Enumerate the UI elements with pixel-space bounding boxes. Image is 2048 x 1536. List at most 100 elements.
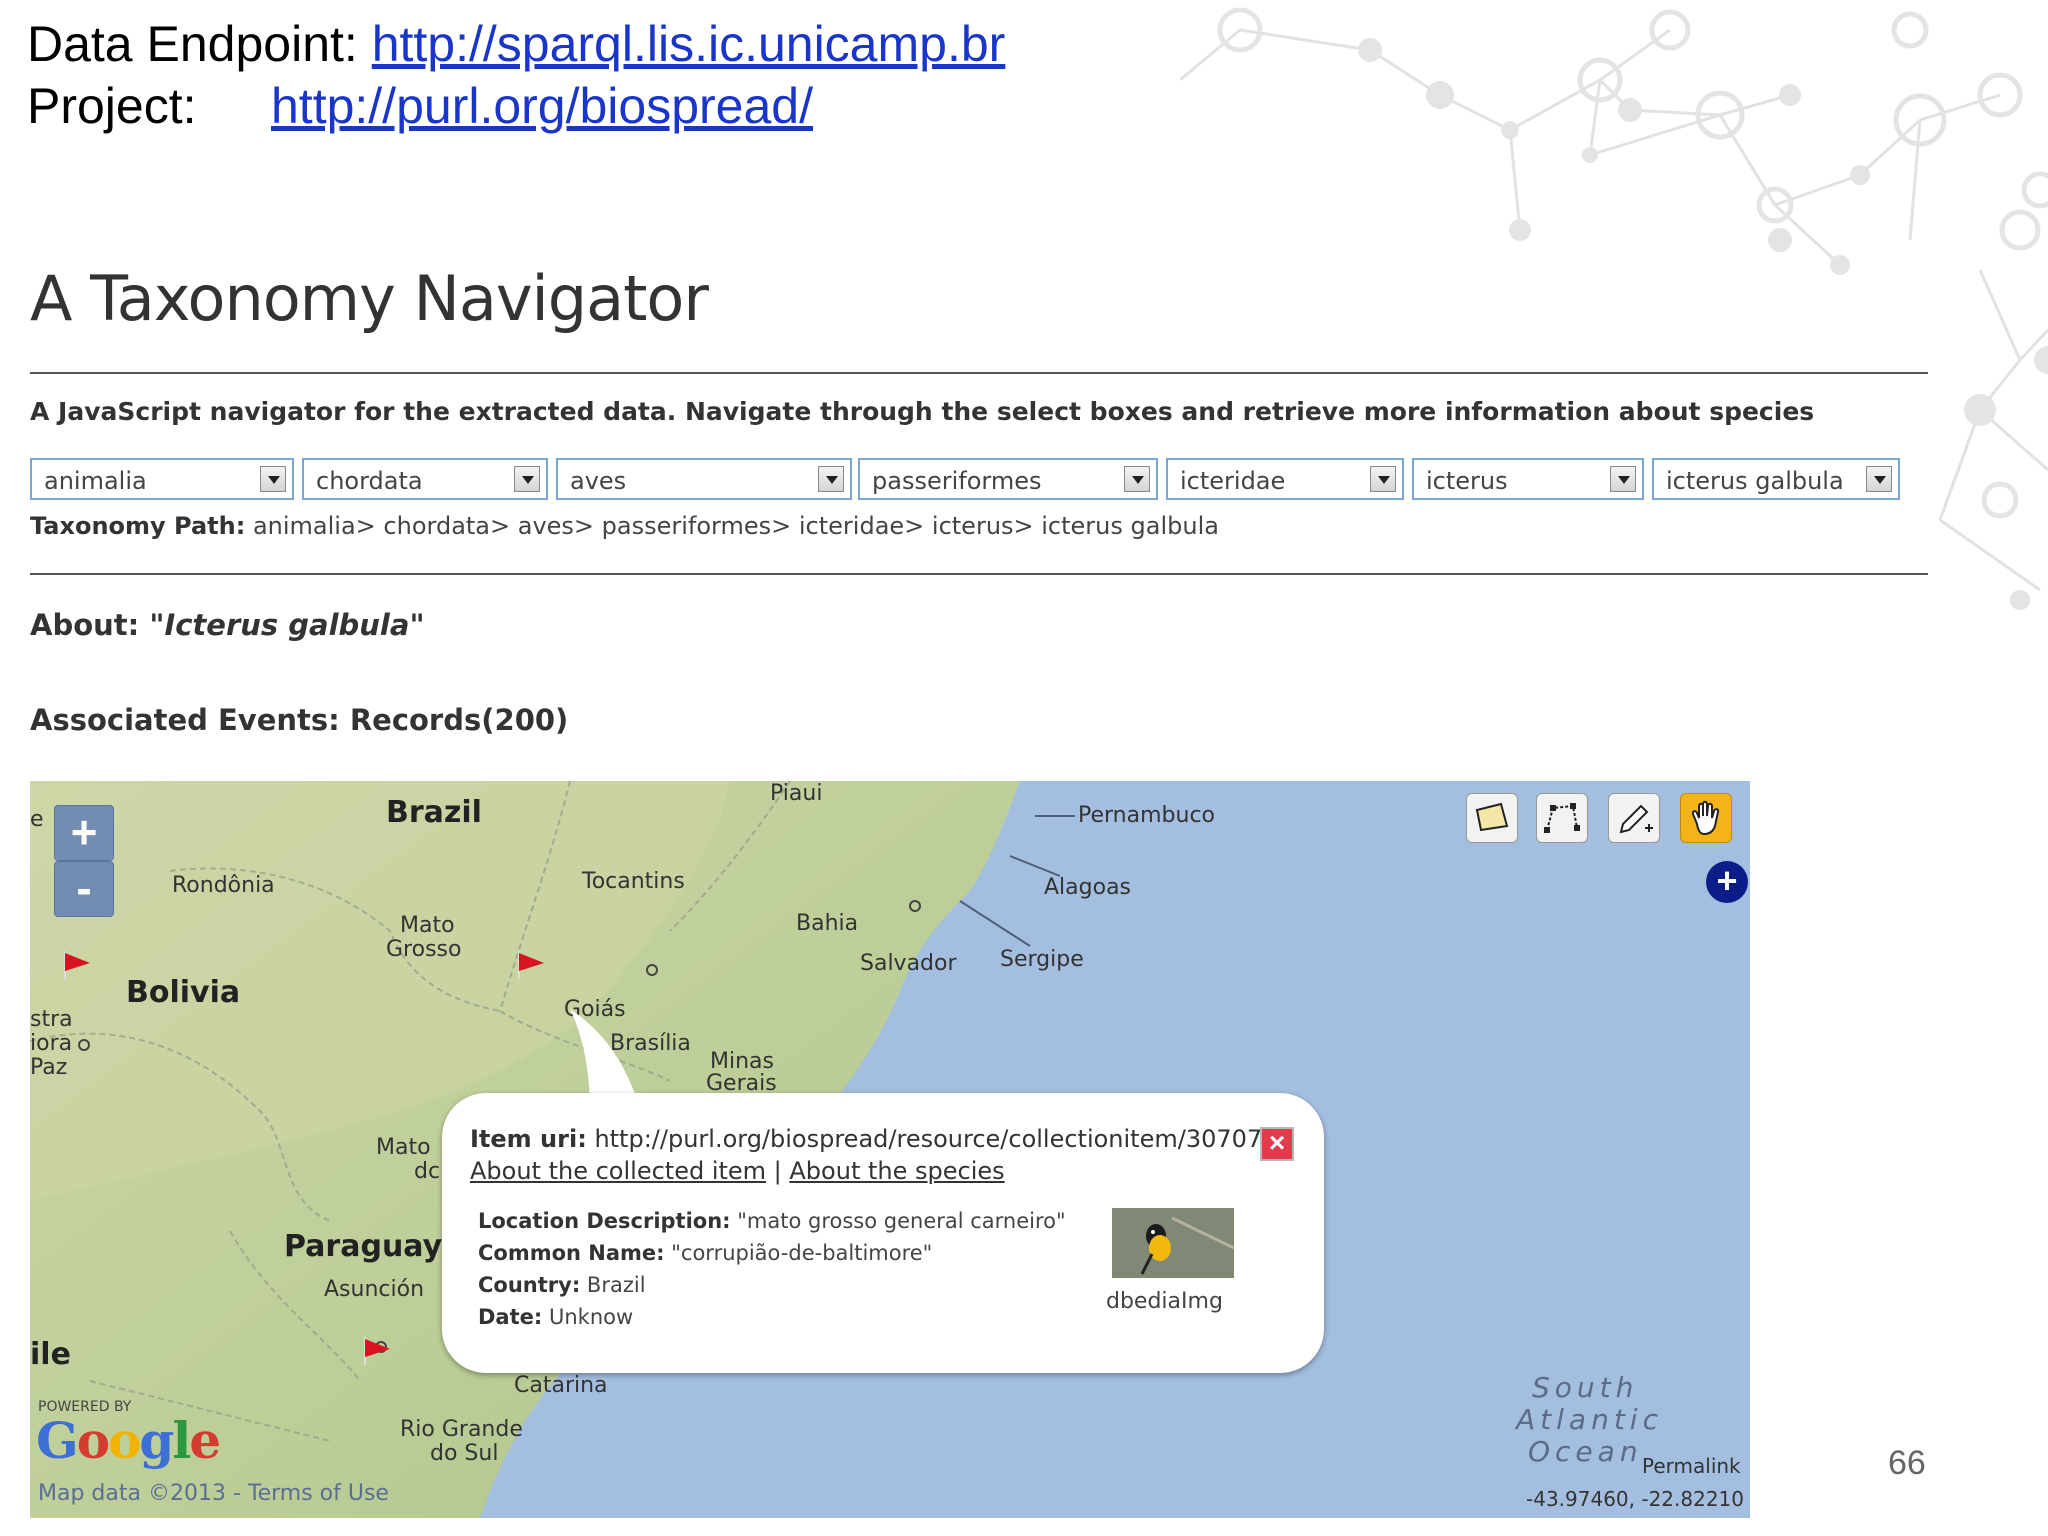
location-value: "mato grosso general carneiro" [737, 1209, 1066, 1233]
about-heading: About: "Icterus galbula" [30, 608, 425, 642]
permalink-link[interactable]: Permalink [1642, 1454, 1741, 1478]
project-label: Project: [27, 78, 197, 134]
close-button[interactable]: × [1260, 1127, 1294, 1161]
divider [30, 573, 1928, 575]
google-logo-letter: l [172, 1411, 191, 1470]
taxonomy-path-value: animalia> chordata> aves> passeriformes>… [252, 512, 1219, 540]
map-label-mato: Mato [376, 1135, 431, 1160]
select-genus[interactable]: icterus [1412, 458, 1644, 500]
about-suffix: " [409, 608, 425, 642]
network-decoration [1180, 7, 2048, 610]
red-flag-marker-icon[interactable] [62, 949, 92, 979]
select-value: passeriformes [872, 467, 1042, 495]
pan-tool[interactable] [1680, 793, 1732, 843]
map-label-pernambuco: Pernambuco [1078, 803, 1215, 828]
select-species[interactable]: icterus galbula [1652, 458, 1900, 500]
map-label-bolivia: Bolivia [126, 975, 241, 1010]
chevron-down-icon [1124, 466, 1150, 492]
item-uri-label: Item uri: [470, 1125, 587, 1153]
map-label-bahia: Bahia [796, 911, 859, 936]
about-item-link[interactable]: About the collected item [470, 1157, 766, 1185]
edit-tool[interactable] [1608, 793, 1660, 843]
layer-switcher-button[interactable]: + [1706, 861, 1748, 903]
map-label-alagoas: Alagoas [1044, 875, 1132, 900]
taxonomy-path: Taxonomy Path: animalia> chordata> aves>… [30, 512, 1219, 540]
popup-links: About the collected item | About the spe… [470, 1157, 1005, 1185]
draw-path-tool[interactable] [1536, 793, 1588, 843]
select-family[interactable]: icteridae [1166, 458, 1404, 500]
chevron-down-icon [818, 466, 844, 492]
endpoint-label: Data Endpoint: [27, 16, 358, 72]
select-kingdom[interactable]: animalia [30, 458, 294, 500]
map-label-rondonia: Rondônia [172, 873, 275, 898]
select-value: animalia [44, 467, 147, 495]
select-phylum[interactable]: chordata [302, 458, 548, 500]
associated-events-heading: Associated Events: Records(200) [30, 703, 569, 737]
draw-polygon-tool[interactable] [1466, 793, 1518, 843]
google-logo-letter: o [108, 1411, 141, 1470]
zoom-out-button[interactable]: - [54, 861, 114, 917]
map-attribution[interactable]: Map data ©2013 - Terms of Use [38, 1481, 389, 1506]
map-label-mato-grosso-2: Grosso [386, 937, 462, 962]
map-label-edge: e [30, 807, 44, 832]
red-flag-marker-icon[interactable] [362, 1335, 392, 1365]
map-label-ocean-south: South [1532, 1371, 1639, 1404]
taxonomy-path-label: Taxonomy Path: [30, 512, 246, 540]
chevron-down-icon [514, 466, 540, 492]
country-row: Country: Brazil [478, 1273, 646, 1297]
google-logo-letter: e [189, 1411, 221, 1470]
google-logo-letter: g [139, 1411, 174, 1470]
map-label-asuncion: Asunción [324, 1277, 425, 1302]
polygon-icon [1475, 802, 1509, 832]
red-flag-marker-icon[interactable] [516, 949, 546, 979]
bird-photo[interactable] [1112, 1208, 1234, 1278]
google-logo-letter: o [76, 1411, 110, 1470]
item-uri-value: http://purl.org/biospread/resource/colle… [594, 1125, 1263, 1153]
coordinates-readout: -43.97460, -22.82210 [1526, 1487, 1745, 1511]
map-label-ile: ile [30, 1337, 71, 1372]
about-prefix: About: " [30, 608, 165, 642]
google-logo: Google [36, 1411, 221, 1470]
map-label-stra: stra [30, 1007, 73, 1032]
endpoint-line: Data Endpoint: http://sparql.lis.ic.unic… [27, 14, 1005, 74]
select-value: icterus galbula [1666, 467, 1844, 495]
map-label-piaui: Piaui [770, 781, 823, 806]
image-caption: dbediaImg [1106, 1289, 1223, 1314]
map-label-dc: dc [414, 1159, 441, 1184]
location-row: Location Description: "mato grosso gener… [478, 1209, 1066, 1233]
select-class[interactable]: aves [556, 458, 852, 500]
chevron-down-icon [260, 466, 286, 492]
common-name-label: Common Name: [478, 1241, 665, 1265]
navigator-description: A JavaScript navigator for the extracted… [30, 397, 1815, 426]
chevron-down-icon [1610, 466, 1636, 492]
item-uri: Item uri: http://purl.org/biospread/reso… [470, 1125, 1262, 1153]
common-name-row: Common Name: "corrupião-de-baltimore" [478, 1241, 932, 1265]
record-popup: Item uri: http://purl.org/biospread/reso… [442, 1093, 1324, 1373]
map-label-salvador: Salvador [860, 951, 957, 976]
project-line: Project: http://purl.org/biospread/ [27, 76, 813, 136]
map-label-paraguay: Paraguay [284, 1229, 443, 1264]
page-title: A Taxonomy Navigator [30, 262, 709, 335]
select-value: aves [570, 467, 627, 495]
map-label-sergipe: Sergipe [1000, 947, 1084, 972]
zoom-in-button[interactable]: + [54, 805, 114, 861]
map-label-rio-grande: Rio Grande [400, 1417, 523, 1442]
about-species-link[interactable]: About the species [789, 1157, 1004, 1185]
map-label-iora: iora [30, 1031, 73, 1056]
date-label: Date: [478, 1305, 543, 1329]
map-label-ocean-atlantic: Atlantic [1516, 1403, 1663, 1436]
google-logo-letter: G [36, 1411, 79, 1470]
divider [30, 372, 1928, 374]
hand-icon [1691, 800, 1720, 836]
country-value: Brazil [586, 1273, 646, 1297]
map-label-catarina: Catarina [514, 1373, 608, 1398]
select-order[interactable]: passeriformes [858, 458, 1158, 500]
pencil-icon [1619, 804, 1653, 834]
map-label-do-sul: do Sul [430, 1441, 499, 1466]
project-link[interactable]: http://purl.org/biospread/ [271, 78, 813, 134]
path-icon [1544, 803, 1580, 833]
endpoint-link[interactable]: http://sparql.lis.ic.unicamp.br [372, 16, 1006, 72]
map[interactable]: Brazil Bolivia Paraguay Rondônia Mato Gr… [30, 781, 1750, 1518]
date-row: Date: Unknow [478, 1305, 633, 1329]
select-value: icterus [1426, 467, 1508, 495]
